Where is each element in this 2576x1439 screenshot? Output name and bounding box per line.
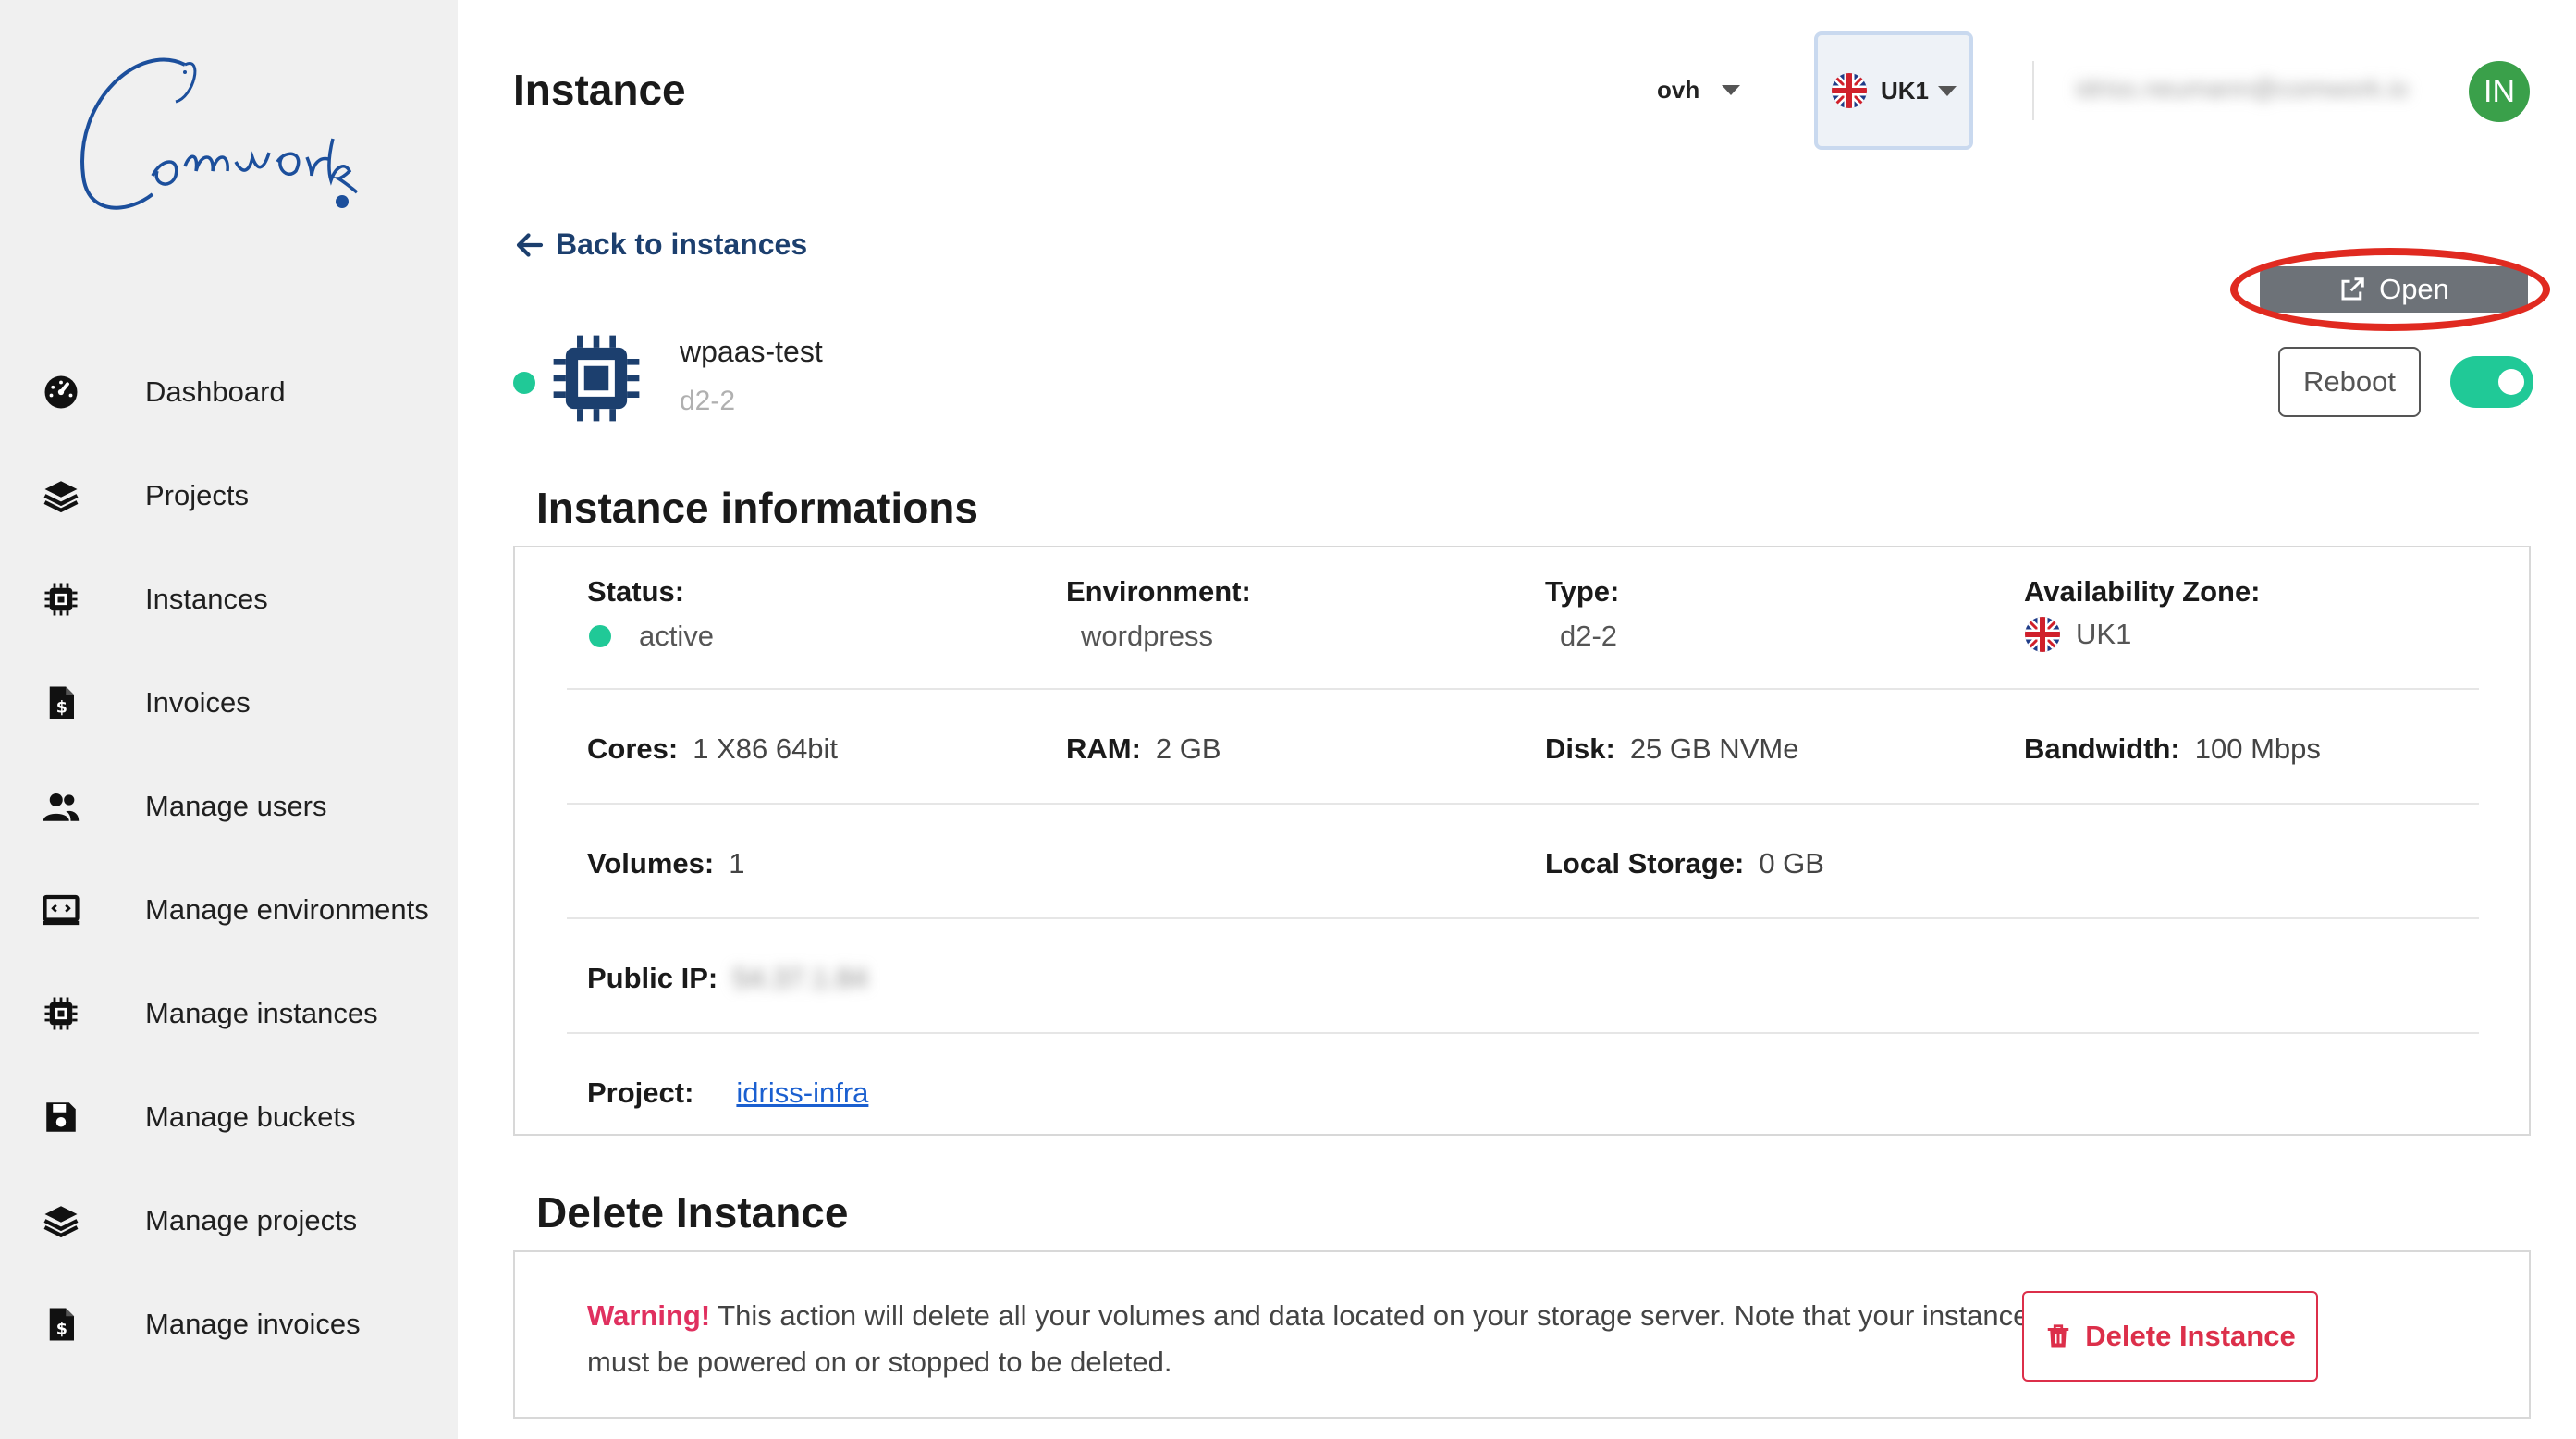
status-active-dot xyxy=(589,625,611,647)
chevron-down-icon xyxy=(1938,85,1957,96)
sidebar-item-label: Instances xyxy=(145,583,268,615)
row-divider xyxy=(567,917,2479,919)
warning-prefix: Warning! xyxy=(587,1299,711,1332)
sidebar-item-label: Dashboard xyxy=(145,375,286,408)
header-divider xyxy=(2032,61,2034,120)
availability-zone-value: UK1 xyxy=(2024,616,2131,653)
local-storage-field: Local Storage: 0 GB xyxy=(1545,847,1824,879)
sidebar: Dashboard Projects Instances $ Invoices xyxy=(0,0,458,1439)
invoice-icon: $ xyxy=(41,1304,81,1345)
bandwidth-field: Bandwidth: 100 Mbps xyxy=(2024,732,2321,765)
sidebar-item-instances[interactable]: Instances xyxy=(0,547,458,651)
type-value: d2-2 xyxy=(1560,620,1618,652)
instance-chip-icon xyxy=(553,335,640,422)
sidebar-item-projects[interactable]: Projects xyxy=(0,444,458,547)
back-to-instances-link[interactable]: Back to instances xyxy=(513,228,807,262)
app-root: Dashboard Projects Instances $ Invoices xyxy=(0,0,2576,1439)
row-divider xyxy=(567,1032,2479,1034)
environment-value: wordpress xyxy=(1081,620,1213,652)
back-link-label: Back to instances xyxy=(556,228,808,261)
delete-button-label: Delete Instance xyxy=(2085,1320,2296,1352)
layers-icon xyxy=(41,475,81,516)
sidebar-item-label: Invoices xyxy=(145,686,251,719)
cores-field: Cores: 1 X86 64bit xyxy=(587,732,839,765)
delete-instance-button[interactable]: Delete Instance xyxy=(2022,1291,2318,1382)
svg-text:$: $ xyxy=(56,699,67,718)
volumes-field: Volumes: 1 xyxy=(587,847,745,879)
users-icon xyxy=(41,786,81,827)
instance-name: wpaas-test xyxy=(680,335,823,368)
instance-type: d2-2 xyxy=(680,386,736,416)
sidebar-item-label: Manage invoices xyxy=(145,1308,361,1340)
instance-status-dot xyxy=(513,372,535,394)
provider-label: ovh xyxy=(1657,76,1700,104)
region-select[interactable]: UK1 xyxy=(1814,31,1973,150)
sidebar-item-label: Projects xyxy=(145,479,249,511)
delete-warning-text: Warning! This action will delete all you… xyxy=(587,1293,2067,1385)
public-ip-field: Public IP: 54.37.1.84 xyxy=(587,962,868,994)
availability-zone-label: Availability Zone: xyxy=(2024,575,2261,608)
code-screen-icon xyxy=(41,890,81,930)
sidebar-item-manage-invoices[interactable]: $ Manage invoices xyxy=(0,1273,458,1376)
uk-flag-icon xyxy=(2025,617,2060,652)
invoice-icon: $ xyxy=(41,683,81,723)
provider-select[interactable]: ovh xyxy=(1657,76,1741,105)
disk-field: Disk: 25 GB NVMe xyxy=(1545,732,1799,765)
instance-informations-title: Instance informations xyxy=(536,484,978,532)
dashboard-gauge-icon xyxy=(41,372,81,412)
trash-icon xyxy=(2048,1324,2069,1348)
delete-instance-card: Warning! This action will delete all you… xyxy=(513,1250,2531,1419)
sidebar-item-label: Manage projects xyxy=(145,1204,358,1236)
environment-label: Environment: xyxy=(1066,575,1251,608)
svg-text:$: $ xyxy=(56,1321,67,1339)
avatar[interactable]: IN xyxy=(2469,61,2530,122)
delete-instance-title: Delete Instance xyxy=(536,1188,849,1236)
warning-message: This action will delete all your volumes… xyxy=(587,1299,2030,1378)
public-ip-value: 54.37.1.84 xyxy=(732,962,868,994)
sidebar-item-invoices[interactable]: $ Invoices xyxy=(0,651,458,755)
project-field: Project: idriss-infra xyxy=(587,1076,869,1109)
sidebar-item-label: Manage instances xyxy=(145,997,378,1029)
sidebar-nav: Dashboard Projects Instances $ Invoices xyxy=(0,340,458,1376)
uk-flag-icon xyxy=(1831,73,1867,108)
floppy-disk-icon xyxy=(41,1097,81,1138)
chip-icon xyxy=(41,579,81,620)
sidebar-item-dashboard[interactable]: Dashboard xyxy=(0,340,458,444)
sidebar-item-manage-environments[interactable]: Manage environments xyxy=(0,858,458,962)
comwork-logo[interactable] xyxy=(65,46,379,231)
arrow-left-icon xyxy=(516,232,544,257)
sidebar-item-manage-projects[interactable]: Manage projects xyxy=(0,1169,458,1273)
sidebar-item-manage-buckets[interactable]: Manage buckets xyxy=(0,1065,458,1169)
sidebar-item-manage-users[interactable]: Manage users xyxy=(0,755,458,858)
row-divider xyxy=(567,803,2479,805)
region-label: UK1 xyxy=(1880,76,1929,105)
chip-icon xyxy=(41,993,81,1034)
page-title: Instance xyxy=(513,66,686,114)
ram-field: RAM: 2 GB xyxy=(1066,732,1221,765)
status-value: active xyxy=(589,620,714,653)
sidebar-item-label: Manage users xyxy=(145,790,327,822)
type-label: Type: xyxy=(1545,575,1620,608)
chevron-down-icon xyxy=(1722,85,1741,95)
sidebar-item-label: Manage environments xyxy=(145,893,429,926)
open-button[interactable]: Open xyxy=(2260,266,2528,313)
external-link-icon xyxy=(2341,277,2364,301)
power-toggle[interactable] xyxy=(2450,356,2533,408)
open-button-label: Open xyxy=(2379,273,2449,305)
status-label: Status: xyxy=(587,575,685,608)
sidebar-item-manage-instances[interactable]: Manage instances xyxy=(0,962,458,1065)
row-divider xyxy=(567,688,2479,690)
layers-icon xyxy=(41,1200,81,1241)
user-email: idriss.neumann@comwork.io xyxy=(2076,74,2409,103)
toggle-knob xyxy=(2498,369,2524,395)
reboot-button[interactable]: Reboot xyxy=(2278,347,2421,417)
sidebar-item-label: Manage buckets xyxy=(145,1101,356,1133)
project-link[interactable]: idriss-infra xyxy=(736,1076,868,1109)
instance-info-card: Status: active Environment: wordpress Ty… xyxy=(513,546,2531,1136)
